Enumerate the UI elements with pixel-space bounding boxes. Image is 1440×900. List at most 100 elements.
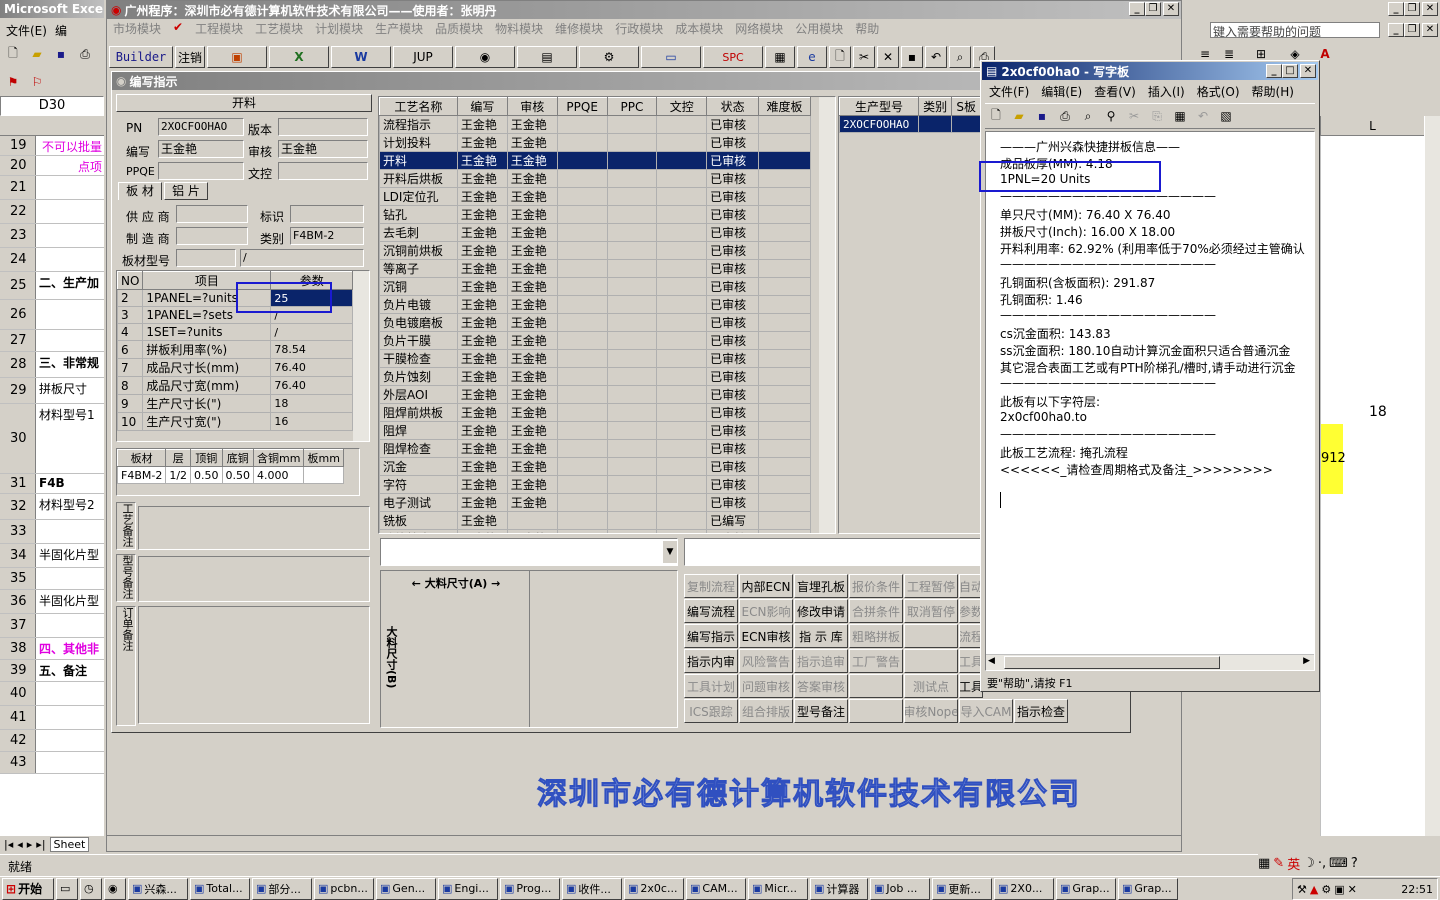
- last-sheet-icon[interactable]: ▸|: [36, 838, 45, 851]
- start-button[interactable]: ⊞ 开始: [2, 877, 54, 900]
- excel-row-number[interactable]: 33: [0, 520, 36, 543]
- ime-icon[interactable]: ▦: [1258, 856, 1270, 871]
- excel-close-button[interactable]: ✕: [1422, 2, 1438, 16]
- taskbar-item[interactable]: ▣ 2X0...: [994, 877, 1054, 900]
- action-button[interactable]: [849, 699, 903, 723]
- excel-cell[interactable]: [37, 752, 104, 773]
- order-note-field[interactable]: [138, 606, 370, 724]
- wordpad-maximize-button[interactable]: □: [1282, 64, 1298, 78]
- process-row[interactable]: 电子测试 王金艳 王金艳 已审核: [379, 493, 811, 512]
- supplier-field[interactable]: [176, 205, 248, 223]
- clock[interactable]: 22:51: [1401, 883, 1433, 896]
- tab-aluminum[interactable]: 铝 片: [164, 182, 208, 200]
- taskbar-item[interactable]: ▣ 计算器: [810, 877, 868, 900]
- param-value-cell[interactable]: 76.40: [270, 358, 353, 377]
- process-row[interactable]: 字符 王金艳 王金艳 已审核: [379, 475, 811, 494]
- quicklaunch-app-icon[interactable]: ◉: [104, 877, 126, 900]
- undo-icon[interactable]: ↶: [1192, 106, 1214, 126]
- action-button[interactable]: 工程暂停: [904, 574, 958, 598]
- process-row[interactable]: 干膜检查 王金艳 王金艳 已审核: [379, 349, 811, 368]
- wordpad-document[interactable]: ———广州兴森快捷拼板信息—— 成品板厚(MM): 4.18 1PNL=20 Uni…: [985, 131, 1315, 671]
- excel-yellow-cell[interactable]: 912: [1321, 424, 1346, 494]
- prod-model-cell[interactable]: 2XOCFOOHAO: [839, 115, 919, 133]
- mark-field[interactable]: [290, 205, 364, 223]
- excel-row-number[interactable]: 28: [0, 352, 36, 377]
- process-row[interactable]: 流程指示 王金艳 王金艳 已审核: [379, 115, 811, 134]
- action-button[interactable]: ECN审核: [739, 624, 793, 648]
- copy-icon[interactable]: ⎘: [1146, 106, 1168, 126]
- taskbar-item[interactable]: ▣ 兴森...: [128, 877, 188, 900]
- excel-cell[interactable]: 四、其他非: [37, 638, 104, 659]
- process-row[interactable]: 开料 王金艳 王金艳 已审核: [379, 151, 811, 170]
- action-button[interactable]: [904, 649, 958, 673]
- app-menu-item[interactable]: 成本模块: [675, 20, 723, 36]
- action-button[interactable]: 编写流程: [684, 599, 738, 623]
- process-row[interactable]: 钻孔 王金艳 王金艳 已审核: [379, 205, 811, 224]
- first-sheet-icon[interactable]: |◂: [4, 838, 13, 851]
- wordpad-menu-item[interactable]: 文件(F): [989, 83, 1029, 99]
- mat-cell[interactable]: 4.000: [253, 466, 305, 484]
- excel-cell[interactable]: [37, 200, 104, 223]
- process-row[interactable]: 功能检查王金艳王金艳已审核: [379, 529, 811, 533]
- process-row[interactable]: 阻焊前烘板 王金艳 王金艳 已审核: [379, 403, 811, 422]
- preview-icon[interactable]: ⌕: [949, 46, 971, 68]
- excel-doc-minimize-button[interactable]: _: [1388, 23, 1404, 37]
- category-field[interactable]: F4BM-2: [290, 227, 364, 245]
- excel-row-number[interactable]: 34: [0, 544, 36, 567]
- save-icon[interactable]: ▪: [50, 44, 72, 64]
- action-button[interactable]: 组合排版: [739, 699, 793, 723]
- excel-minimize-button[interactable]: _: [1388, 2, 1404, 16]
- taskbar-item[interactable]: ▣ CAM...: [686, 877, 746, 900]
- word-icon[interactable]: W: [331, 46, 391, 68]
- taskbar-item[interactable]: ▣ Grap...: [1118, 877, 1178, 900]
- excel-row-number[interactable]: 25: [0, 272, 36, 299]
- param-value-cell[interactable]: 16: [270, 412, 353, 431]
- excel-row-number[interactable]: 32: [0, 494, 36, 519]
- excel-cell[interactable]: [37, 568, 104, 589]
- action-button[interactable]: 问题审核: [739, 674, 793, 698]
- pdf-icon[interactable]: ⚑: [2, 72, 24, 92]
- builder-button[interactable]: Builder: [109, 46, 173, 68]
- print-icon[interactable]: ⎙: [74, 44, 96, 64]
- action-button[interactable]: 指示内审: [684, 649, 738, 673]
- quicklaunch-clock-icon[interactable]: ◷: [80, 877, 102, 900]
- action-button[interactable]: ICS跟踪: [684, 699, 738, 723]
- excel-cell[interactable]: 拼板尺寸: [37, 378, 104, 403]
- scroll-left-icon[interactable]: ◀: [988, 656, 995, 666]
- excel-row-number[interactable]: 23: [0, 224, 36, 247]
- taskbar-item[interactable]: ▣ Total...: [190, 877, 250, 900]
- ime-mode-icon[interactable]: ✎: [1273, 856, 1284, 871]
- action-button[interactable]: 审核Nope: [904, 699, 958, 723]
- process-row[interactable]: 负电镀磨板 王金艳 王金艳 已审核: [379, 313, 811, 332]
- wordpad-close-button[interactable]: ✕: [1300, 64, 1316, 78]
- tray-acrobat-icon[interactable]: ▲: [1310, 883, 1318, 896]
- excel-menu-file[interactable]: 文件(E): [6, 22, 47, 38]
- version-field[interactable]: [278, 118, 368, 136]
- process-row[interactable]: 负片电镀 王金艳 王金艳 已审核: [379, 295, 811, 314]
- wordpad-minimize-button[interactable]: _: [1266, 64, 1282, 78]
- ppt-icon[interactable]: ▣: [207, 46, 267, 68]
- app-menu-item[interactable]: 工程模块: [195, 20, 243, 36]
- tray-x-icon[interactable]: ✕: [1348, 883, 1357, 896]
- excel-row-number[interactable]: 43: [0, 752, 36, 773]
- excel-row-number[interactable]: 19: [0, 136, 36, 155]
- excel-cell[interactable]: [37, 224, 104, 247]
- new-file-icon[interactable]: 🗋: [2, 44, 24, 64]
- excel-row-number[interactable]: 36: [0, 590, 36, 613]
- pdf-export-icon[interactable]: ⚐: [26, 72, 48, 92]
- action-button[interactable]: 导入CAM: [959, 699, 1013, 723]
- action-button[interactable]: [904, 624, 958, 648]
- app-restore-button[interactable]: ❐: [1145, 2, 1161, 16]
- process-header[interactable]: 难度板: [758, 97, 811, 116]
- excel-cell[interactable]: 材料型号1: [37, 404, 104, 473]
- app-menu-item[interactable]: 工艺模块: [255, 20, 303, 36]
- action-button[interactable]: 指 示 库: [794, 624, 848, 648]
- wordpad-menu-item[interactable]: 编辑(E): [1041, 83, 1082, 99]
- wordpad-hscroll[interactable]: ◀ ▶: [986, 654, 1314, 670]
- process-header[interactable]: 状态: [706, 97, 760, 116]
- sheet-tab[interactable]: Sheet: [49, 836, 90, 852]
- pn-field[interactable]: 2XOCFOOHAO: [158, 118, 244, 136]
- excel-cell[interactable]: [37, 330, 104, 351]
- tray-net-icon[interactable]: ⚙: [1321, 883, 1331, 896]
- excel-row-number[interactable]: 42: [0, 730, 36, 751]
